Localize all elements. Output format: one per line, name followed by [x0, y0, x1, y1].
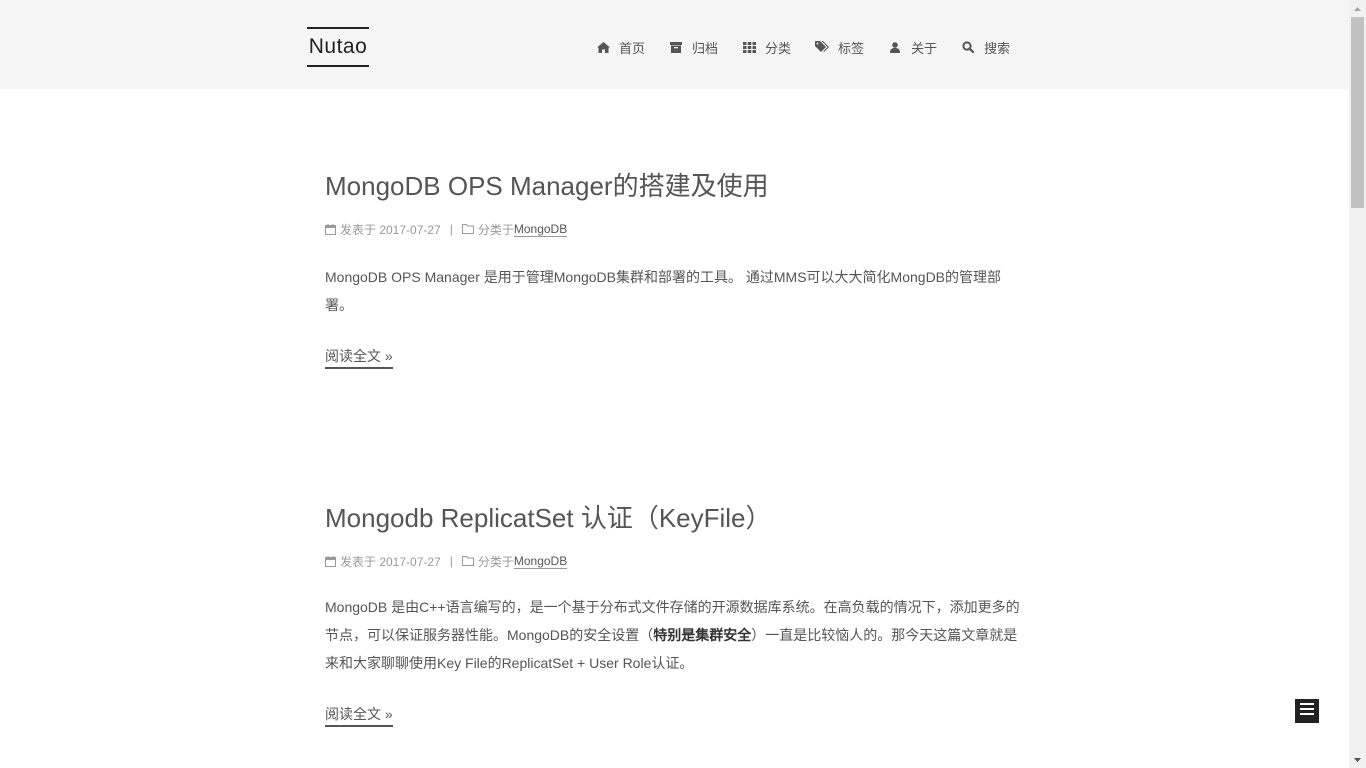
site-brand[interactable]: Nutao — [307, 27, 369, 67]
nav-item-archive[interactable]: 归档 — [669, 38, 718, 57]
nav-item-categories[interactable]: 分类 — [742, 38, 791, 57]
user-icon — [888, 40, 902, 54]
post-excerpt: MongoDB 是由C++语言编写的，是一个基于分布式文件存储的开源数据库系统。… — [325, 593, 1025, 677]
tags-icon — [815, 40, 830, 54]
scrollbar-thumb[interactable] — [1351, 17, 1364, 208]
nav-label-home: 首页 — [619, 40, 646, 56]
site-title[interactable]: Nutao — [307, 29, 369, 65]
post-title[interactable]: Mongodb ReplicatSet 认证（KeyFile） — [325, 500, 1025, 536]
page: Nutao 首页 归档 分类 标签 关于 搜索 MongoDB OPS Mana… — [0, 0, 1366, 768]
sidebar-toggle-button[interactable] — [1295, 699, 1319, 723]
home-icon — [596, 40, 610, 54]
post-item: MongoDB OPS Manager的搭建及使用 发表于 2017-07-27… — [325, 168, 1025, 369]
post-date: 发表于 2017-07-27 — [340, 554, 441, 569]
post-meta: 发表于 2017-07-27 | 分类于 MongoDB — [325, 221, 1025, 237]
folder-icon — [461, 556, 474, 566]
site-header: Nutao 首页 归档 分类 标签 关于 搜索 — [0, 0, 1350, 89]
post-title[interactable]: MongoDB OPS Manager的搭建及使用 — [325, 168, 1025, 204]
nav-label-archive: 归档 — [692, 40, 719, 56]
calendar-icon — [325, 555, 336, 567]
nav-item-tags[interactable]: 标签 — [815, 38, 864, 57]
scroll-down-arrow-icon[interactable] — [1349, 751, 1366, 768]
menu-icon — [1300, 702, 1314, 720]
search-icon — [961, 40, 975, 54]
main-nav: 首页 归档 分类 标签 关于 搜索 — [596, 37, 1010, 57]
post-date: 发表于 2017-07-27 — [340, 222, 441, 237]
post-category-link[interactable]: MongoDB — [513, 222, 568, 237]
nav-label-categories: 分类 — [765, 40, 792, 56]
read-more-link[interactable]: 阅读全文 » — [325, 345, 393, 369]
read-more-link[interactable]: 阅读全文 » — [325, 703, 393, 727]
nav-label-tags: 标签 — [838, 40, 865, 56]
nav-item-home[interactable]: 首页 — [596, 38, 645, 57]
meta-divider: | — [449, 222, 453, 236]
post-meta: 发表于 2017-07-27 | 分类于 MongoDB — [325, 553, 1025, 569]
grid-icon — [742, 40, 756, 54]
nav-item-about[interactable]: 关于 — [888, 38, 937, 57]
meta-divider: | — [449, 554, 453, 568]
nav-label-search: 搜索 — [984, 40, 1011, 56]
archive-icon — [669, 40, 683, 54]
folder-icon — [461, 224, 474, 234]
post-item: Mongodb ReplicatSet 认证（KeyFile） 发表于 2017… — [325, 500, 1025, 727]
nav-label-about: 关于 — [911, 40, 938, 56]
post-category-prefix: 分类于 — [477, 554, 514, 569]
post-category-link[interactable]: MongoDB — [513, 554, 568, 569]
calendar-icon — [325, 223, 336, 235]
excerpt-bold-text: 特别是集群安全 — [653, 627, 752, 643]
post-excerpt: MongoDB OPS Manager 是用于管理MongoDB集群和部署的工具… — [325, 269, 1002, 313]
post-category-prefix: 分类于 — [477, 222, 514, 237]
vertical-scrollbar[interactable] — [1349, 0, 1366, 768]
scroll-up-arrow-icon[interactable] — [1349, 0, 1366, 17]
nav-item-search[interactable]: 搜索 — [961, 38, 1010, 57]
